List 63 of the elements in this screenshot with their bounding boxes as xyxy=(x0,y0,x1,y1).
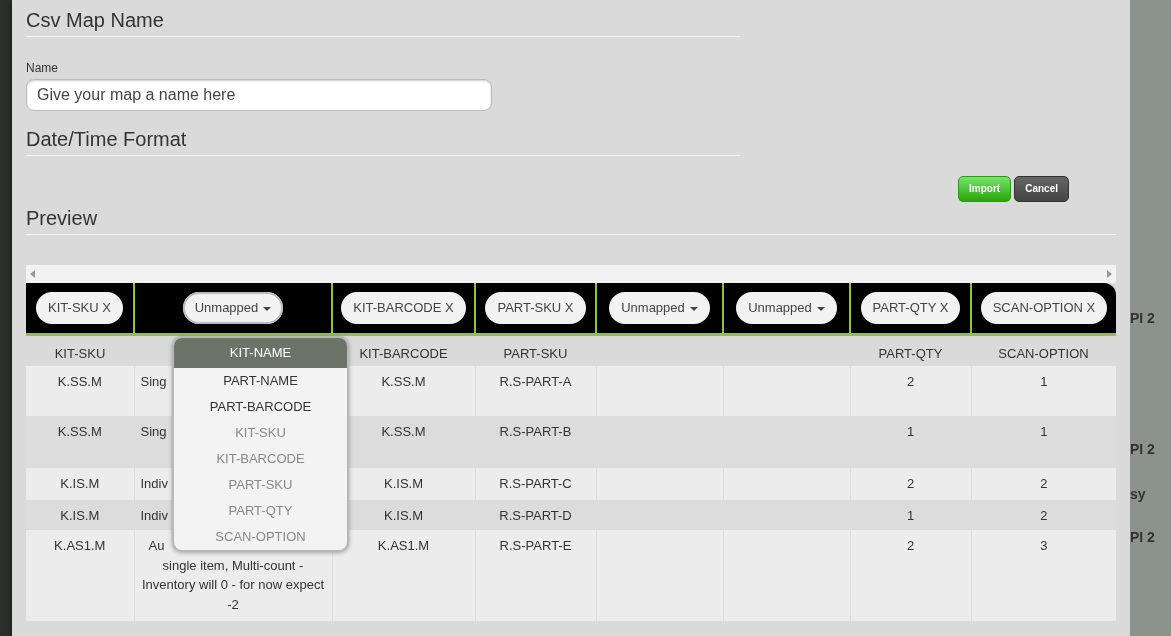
field-label: Name xyxy=(26,60,59,77)
menu-item[interactable]: PART-NAME xyxy=(174,368,347,394)
table-cell: 1 xyxy=(1040,374,1048,389)
mapping-dropdown[interactable]: Unmapped xyxy=(736,292,837,324)
table-cell: 2 xyxy=(1040,476,1048,491)
table-cell: R.S-PART-B xyxy=(499,424,572,439)
table-cell: 1 xyxy=(906,508,915,523)
table-cell: R.S-PART-D xyxy=(499,508,572,523)
menu-item[interactable]: KIT-NAME xyxy=(174,338,347,368)
background-text: sy xyxy=(1130,485,1146,504)
mapping-pill[interactable]: KIT-SKU X xyxy=(36,292,123,324)
table-cell: K.IS.M xyxy=(384,476,423,491)
table-cell: 2 xyxy=(1040,508,1048,523)
table-cell: 3 xyxy=(1040,538,1048,553)
scroll-left-icon[interactable] xyxy=(30,270,35,278)
table-cell: R.S-PART-C xyxy=(499,476,572,491)
table-cell: 2 xyxy=(906,476,915,491)
name-input-field[interactable]: Give your map a name here xyxy=(26,79,492,111)
table-cell: R.S-PART-E xyxy=(499,538,572,553)
table-cell: K.SS.M xyxy=(381,374,426,389)
section-title: Preview xyxy=(26,206,1116,235)
table-cell: 2 xyxy=(906,374,915,389)
column-header: PART-SKU xyxy=(503,345,568,361)
column-header: KIT-SKU xyxy=(54,345,106,361)
table-cell: K.AS1.M xyxy=(54,538,106,553)
caret-icon xyxy=(816,306,825,311)
background-text: PI 2 xyxy=(1130,440,1155,459)
table-cell: K.SS.M xyxy=(57,424,102,439)
table-cell: K.IS.M xyxy=(60,508,100,523)
table-cell: K.SS.M xyxy=(381,424,426,439)
table-cell: 2 xyxy=(906,538,915,553)
menu-item[interactable]: PART-BARCODE xyxy=(174,394,347,420)
table-cell: K.AS1.M xyxy=(377,538,430,553)
table-cell-text: single item, Multi-count - Inventory will 0 - for now expect -2 xyxy=(140,556,326,614)
mapping-pill[interactable]: PART-SKU X xyxy=(485,292,586,324)
table-cell: Sing xyxy=(140,374,167,389)
table-cell: K.IS.M xyxy=(60,476,100,491)
cancel-button[interactable]: Cancel xyxy=(1014,176,1069,202)
table-cell: R.S-PART-A xyxy=(499,374,572,389)
mapping-dropdown[interactable]: Unmapped xyxy=(609,292,710,324)
table-cell: K.IS.M xyxy=(384,508,423,523)
table-cell: Indiv xyxy=(140,476,168,491)
background-text: PI 2 xyxy=(1130,528,1155,547)
mapping-pill[interactable]: KIT-BARCODE X xyxy=(341,292,466,324)
column-header: KIT-BARCODE xyxy=(359,345,448,361)
table-cell: Indiv xyxy=(140,508,168,523)
horizontal-scrollbar[interactable] xyxy=(26,265,1116,283)
table-cell: 1 xyxy=(906,424,915,439)
section-title: Date/Time Format xyxy=(26,127,740,156)
background-text: PI 2 xyxy=(1130,309,1155,328)
caret-icon xyxy=(263,306,272,311)
table-cell: K.SS.M xyxy=(57,374,102,389)
mapping-dropdown[interactable]: Unmapped xyxy=(182,292,284,324)
section-title: Csv Map Name xyxy=(26,8,740,37)
scroll-right-icon[interactable] xyxy=(1107,270,1112,278)
caret-icon xyxy=(689,306,698,311)
table-cell-text: Au xyxy=(147,537,165,555)
mapping-pill[interactable]: SCAN-OPTION X xyxy=(980,292,1108,324)
column-header: PART-QTY xyxy=(878,345,943,361)
column-header: SCAN-OPTION xyxy=(998,345,1089,361)
table-cell: 1 xyxy=(1040,424,1048,439)
table-cell: Sing xyxy=(140,424,167,439)
mapping-pill[interactable]: PART-QTY X xyxy=(860,292,961,324)
